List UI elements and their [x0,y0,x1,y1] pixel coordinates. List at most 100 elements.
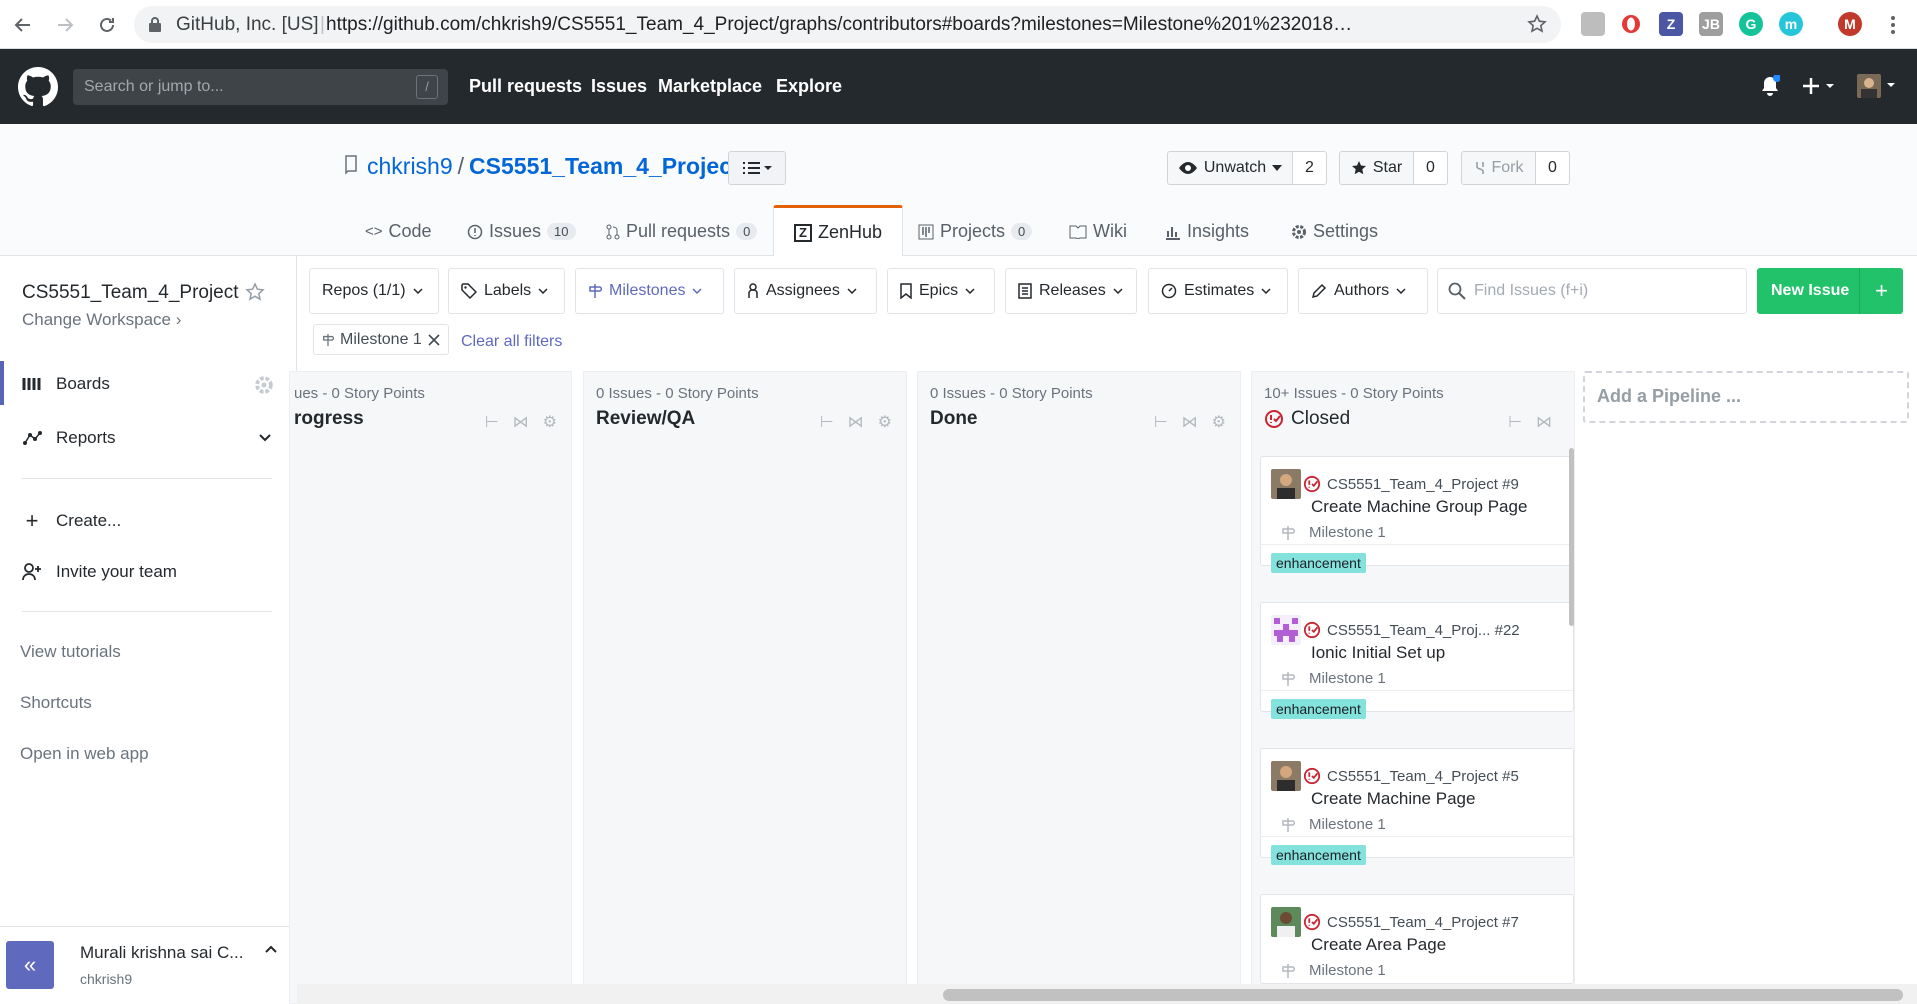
open-web-app-link[interactable]: Open in web app [20,744,149,764]
issue-card[interactable]: CS5551_Team_4_Project #7 Create Area Pag… [1260,894,1574,984]
workspace-name[interactable]: CS5551_Team_4_Project [22,282,239,304]
merge-pipeline-icon[interactable]: ⋈ [1182,412,1198,432]
view-tutorials-link[interactable]: View tutorials [20,642,121,662]
filter-releases[interactable]: Releases [1005,268,1137,314]
nav-issues[interactable]: Issues [591,76,647,97]
find-issues-input[interactable]: Find Issues (f+i) [1437,268,1747,314]
board-horizontal-scrollbar[interactable] [297,984,1917,1004]
filter-authors[interactable]: Authors [1298,268,1428,314]
tab-issues[interactable]: Issues 10 [467,221,576,242]
opera-extension-icon[interactable] [1619,12,1643,36]
user-full-name[interactable]: Murali krishna sai C... [80,943,243,963]
gear-icon [1292,224,1306,239]
sidebar-item-reports[interactable]: Reports [22,428,116,448]
filter-estimates[interactable]: Estimates [1148,268,1288,314]
tab-pull-requests[interactable]: Pull requests 0 [606,221,758,242]
issue-card[interactable]: CS5551_Team_4_Project #5 Create Machine … [1260,748,1574,865]
reports-chevron-down-icon[interactable] [259,434,271,442]
issue-label[interactable]: enhancement [1271,845,1366,865]
issue-title[interactable]: Create Machine Page [1311,789,1475,809]
scrollbar-thumb[interactable] [943,989,1903,1001]
tab-settings[interactable]: Settings [1291,221,1378,242]
issue-card[interactable]: CS5551_Team_4_Project #9 Create Machine … [1260,456,1574,573]
notifications-bell-icon[interactable] [1760,75,1780,97]
reload-icon[interactable] [94,12,120,38]
collapse-pipeline-icon[interactable]: ⊢ [1508,412,1522,432]
address-bar[interactable]: GitHub, Inc. [US] | https://github.com/c… [134,6,1561,43]
fork-button[interactable]: Fork [1461,151,1536,185]
new-issue-button[interactable]: New Issue + [1757,268,1903,314]
repo-menu-button[interactable] [728,151,786,185]
profile-avatar[interactable]: M [1838,12,1862,36]
new-issue-plus-icon[interactable]: + [1859,268,1903,314]
url-text[interactable]: https://github.com/chkrish9/CS5551_Team_… [326,6,1356,43]
m-extension-icon[interactable]: m [1779,12,1803,36]
pipeline-gear-icon[interactable]: ⚙ [878,412,892,432]
chevron-up-icon[interactable] [265,945,277,953]
filter-milestones[interactable]: Milestones [575,268,724,314]
issue-title[interactable]: Ionic Initial Set up [1311,643,1445,663]
sidebar-item-boards[interactable]: Boards [22,374,110,394]
nav-pull-requests[interactable]: Pull requests [469,76,582,97]
filter-epics[interactable]: Epics [887,268,995,314]
zenhub-board: Repos (1/1) Labels Milestones Assignees … [289,256,1917,1004]
create-new-plus-icon[interactable] [1802,76,1838,96]
issue-card[interactable]: CS5551_Team_4_Proj... #22 Ionic Initial … [1260,602,1574,719]
zenhub-extension-icon[interactable]: Z [1659,12,1683,36]
pipeline-gear-icon[interactable]: ⚙ [543,412,557,432]
clear-all-filters-link[interactable]: Clear all filters [461,333,562,351]
issue-title[interactable]: Create Area Page [1311,935,1446,955]
close-icon[interactable] [428,333,440,346]
chrome-menu-icon[interactable] [1880,12,1906,38]
star-button[interactable]: Star [1339,151,1414,185]
tab-code[interactable]: <> Code [365,221,432,242]
grammarly-extension-icon[interactable]: G [1739,12,1763,36]
nav-marketplace[interactable]: Marketplace [658,76,762,97]
bookmark-star-icon[interactable] [1527,14,1547,34]
nav-explore[interactable]: Explore [776,76,842,97]
workspace-star-icon[interactable] [245,282,265,302]
tab-projects[interactable]: Projects 0 [918,221,1033,242]
collapse-pipeline-icon[interactable]: ⊢ [820,412,834,432]
merge-pipeline-icon[interactable]: ⋈ [513,412,529,432]
tab-wiki[interactable]: Wiki [1069,221,1127,242]
tab-code-label: Code [388,221,432,241]
repo-name-link[interactable]: CS5551_Team_4_Project [469,153,740,179]
watchers-count[interactable]: 2 [1293,151,1327,185]
search-input[interactable]: Search or jump to... / [73,69,448,105]
forks-count[interactable]: 0 [1536,151,1570,185]
filter-labels[interactable]: Labels [448,268,565,314]
issue-title[interactable]: Create Machine Group Page [1311,497,1527,517]
issue-milestone-label: Milestone 1 [1309,962,1386,979]
issue-label[interactable]: enhancement [1271,553,1366,573]
repo-owner-link[interactable]: chkrish9 [367,153,453,179]
issue-milestone: Milestone 1 [1281,670,1386,687]
merge-pipeline-icon[interactable]: ⋈ [848,412,864,432]
pipeline-gear-icon[interactable]: ⚙ [1212,412,1226,432]
pdf-extension-icon[interactable] [1581,12,1605,36]
jb-extension-icon[interactable]: JB [1699,12,1723,36]
filter-assignees[interactable]: Assignees [734,268,877,314]
collapse-pipeline-icon[interactable]: ⊢ [485,412,499,432]
stars-count[interactable]: 0 [1414,151,1448,185]
boards-settings-gear-icon[interactable] [254,375,274,395]
github-logo-icon[interactable] [18,67,58,107]
tab-insights[interactable]: Insights [1165,221,1249,242]
collapse-pipeline-icon[interactable]: ⊢ [1154,412,1168,432]
shortcuts-link[interactable]: Shortcuts [20,693,92,713]
change-workspace-link[interactable]: Change Workspace › [22,310,181,330]
collapse-sidebar-button[interactable]: « [6,941,54,989]
issue-label[interactable]: enhancement [1271,699,1366,719]
sidebar-item-create[interactable]: + Create... [22,508,122,534]
back-icon[interactable] [10,12,36,38]
add-pipeline-button[interactable]: Add a Pipeline ... [1583,371,1909,423]
unwatch-button[interactable]: Unwatch [1167,151,1293,185]
merge-pipeline-icon[interactable]: ⋈ [1536,412,1552,432]
user-avatar-menu[interactable] [1857,74,1899,98]
forward-icon[interactable] [52,12,78,38]
filter-repos[interactable]: Repos (1/1) [309,268,439,314]
tab-zenhub[interactable]: Z ZenHub [773,205,904,257]
closed-pipeline-scrollbar[interactable] [1569,448,1574,626]
chevron-down-icon [538,288,548,294]
sidebar-item-invite[interactable]: Invite your team [22,562,177,582]
